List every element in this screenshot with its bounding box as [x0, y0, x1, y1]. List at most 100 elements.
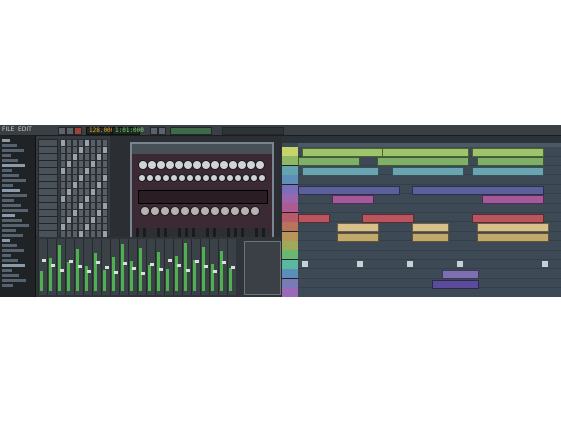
playlist-clip[interactable]: [382, 148, 469, 157]
browser-item[interactable]: [2, 284, 13, 287]
mixer-strip[interactable]: [119, 239, 128, 295]
browser-item[interactable]: [2, 199, 14, 202]
menu-file[interactable]: FILE: [2, 126, 14, 133]
tempo-display[interactable]: 128.000: [86, 127, 114, 135]
playlist-clip[interactable]: [477, 223, 549, 233]
browser-item[interactable]: [2, 179, 26, 182]
channel-row[interactable]: [38, 160, 108, 168]
knob-control[interactable]: [180, 206, 190, 216]
playlist-clip[interactable]: [472, 213, 544, 223]
playlist-clip[interactable]: [412, 223, 449, 233]
browser-item[interactable]: [2, 239, 10, 242]
knob-control[interactable]: [178, 174, 186, 182]
knob-control[interactable]: [210, 174, 218, 182]
mixer-strip[interactable]: [38, 239, 47, 295]
knob-control[interactable]: [258, 174, 266, 182]
toolbar-buttons[interactable]: [170, 127, 212, 135]
mixer-fader[interactable]: [177, 264, 181, 267]
playlist-clip[interactable]: [412, 232, 449, 242]
browser-item[interactable]: [2, 209, 28, 212]
mixer-fader[interactable]: [132, 267, 136, 270]
browser-item[interactable]: [2, 264, 25, 267]
knob-control[interactable]: [242, 174, 250, 182]
browser-item[interactable]: [2, 254, 11, 257]
channel-row[interactable]: [38, 195, 108, 203]
mixer-strip[interactable]: [92, 239, 101, 295]
playlist-clip[interactable]: [302, 148, 384, 157]
playlist-clip[interactable]: [298, 185, 400, 195]
browser-item[interactable]: [2, 184, 13, 187]
song-icon[interactable]: [158, 127, 166, 135]
channel-row[interactable]: [38, 174, 108, 182]
knob-control[interactable]: [190, 206, 200, 216]
browser-item[interactable]: [2, 144, 17, 147]
mixer-fader[interactable]: [87, 270, 91, 273]
playlist-clip[interactable]: [298, 213, 330, 223]
knob-control[interactable]: [226, 174, 234, 182]
browser-item[interactable]: [2, 204, 21, 207]
menu-edit[interactable]: EDIT: [18, 126, 32, 133]
mixer-strip[interactable]: [110, 239, 119, 295]
record-icon[interactable]: [74, 127, 82, 135]
mixer-strip[interactable]: [218, 239, 227, 295]
knob-control[interactable]: [186, 174, 194, 182]
mixer-fader[interactable]: [222, 261, 226, 264]
mixer-fader[interactable]: [159, 268, 163, 271]
browser-item[interactable]: [2, 244, 17, 247]
mixer-fader[interactable]: [96, 261, 100, 264]
playlist-clip[interactable]: [332, 195, 374, 204]
mixer-strip[interactable]: [146, 239, 155, 295]
browser-item[interactable]: [2, 274, 19, 277]
knob-control[interactable]: [240, 206, 250, 216]
browser-item[interactable]: [2, 259, 18, 262]
mixer-strip[interactable]: [101, 239, 110, 295]
knob-control[interactable]: [218, 174, 226, 182]
mixer-fader[interactable]: [105, 266, 109, 269]
knob-control[interactable]: [146, 174, 154, 182]
knob-control[interactable]: [230, 206, 240, 216]
mixer-strip[interactable]: [137, 239, 146, 295]
knob-control[interactable]: [255, 160, 265, 170]
browser-item[interactable]: [2, 234, 23, 237]
playlist-clip[interactable]: [337, 232, 379, 242]
playlist-clip[interactable]: [472, 148, 544, 157]
channel-row[interactable]: [38, 223, 108, 231]
mixer-fader[interactable]: [150, 263, 154, 266]
channel-row[interactable]: [38, 209, 108, 217]
playlist-clip[interactable]: [432, 279, 479, 289]
browser-item[interactable]: [2, 174, 19, 177]
playlist-clip[interactable]: [337, 223, 379, 233]
stop-icon[interactable]: [66, 127, 74, 135]
knob-control[interactable]: [150, 206, 160, 216]
playlist-clip[interactable]: [302, 166, 379, 176]
playlist-ruler[interactable]: [298, 143, 561, 147]
track-header[interactable]: [282, 288, 298, 297]
browser-item[interactable]: [2, 269, 12, 272]
mixer-fader[interactable]: [78, 265, 82, 268]
channel-row[interactable]: [38, 202, 108, 210]
playlist-clip[interactable]: [477, 232, 549, 242]
mixer-strip[interactable]: [164, 239, 173, 295]
channel-row[interactable]: [38, 181, 108, 189]
channel-row[interactable]: [38, 167, 108, 175]
mixer-fader[interactable]: [186, 269, 190, 272]
knob-control[interactable]: [200, 206, 210, 216]
mixer-fader[interactable]: [60, 269, 64, 272]
mixer-fader[interactable]: [231, 266, 235, 269]
browser-item[interactable]: [2, 219, 22, 222]
knob-control[interactable]: [234, 174, 242, 182]
mixer-fader[interactable]: [141, 272, 145, 275]
mixer-strip[interactable]: [83, 239, 92, 295]
browser-item[interactable]: [2, 169, 12, 172]
mixer-strip[interactable]: [209, 239, 218, 295]
browser-item[interactable]: [2, 194, 27, 197]
knob-control[interactable]: [160, 206, 170, 216]
playlist-clip[interactable]: [477, 157, 544, 167]
mixer-fader[interactable]: [168, 259, 172, 262]
channel-row[interactable]: [38, 153, 108, 161]
playlist-clip[interactable]: [377, 157, 469, 167]
play-icon[interactable]: [58, 127, 66, 135]
browser-item[interactable]: [2, 189, 20, 192]
knob-control[interactable]: [194, 174, 202, 182]
channel-row[interactable]: [38, 146, 108, 154]
